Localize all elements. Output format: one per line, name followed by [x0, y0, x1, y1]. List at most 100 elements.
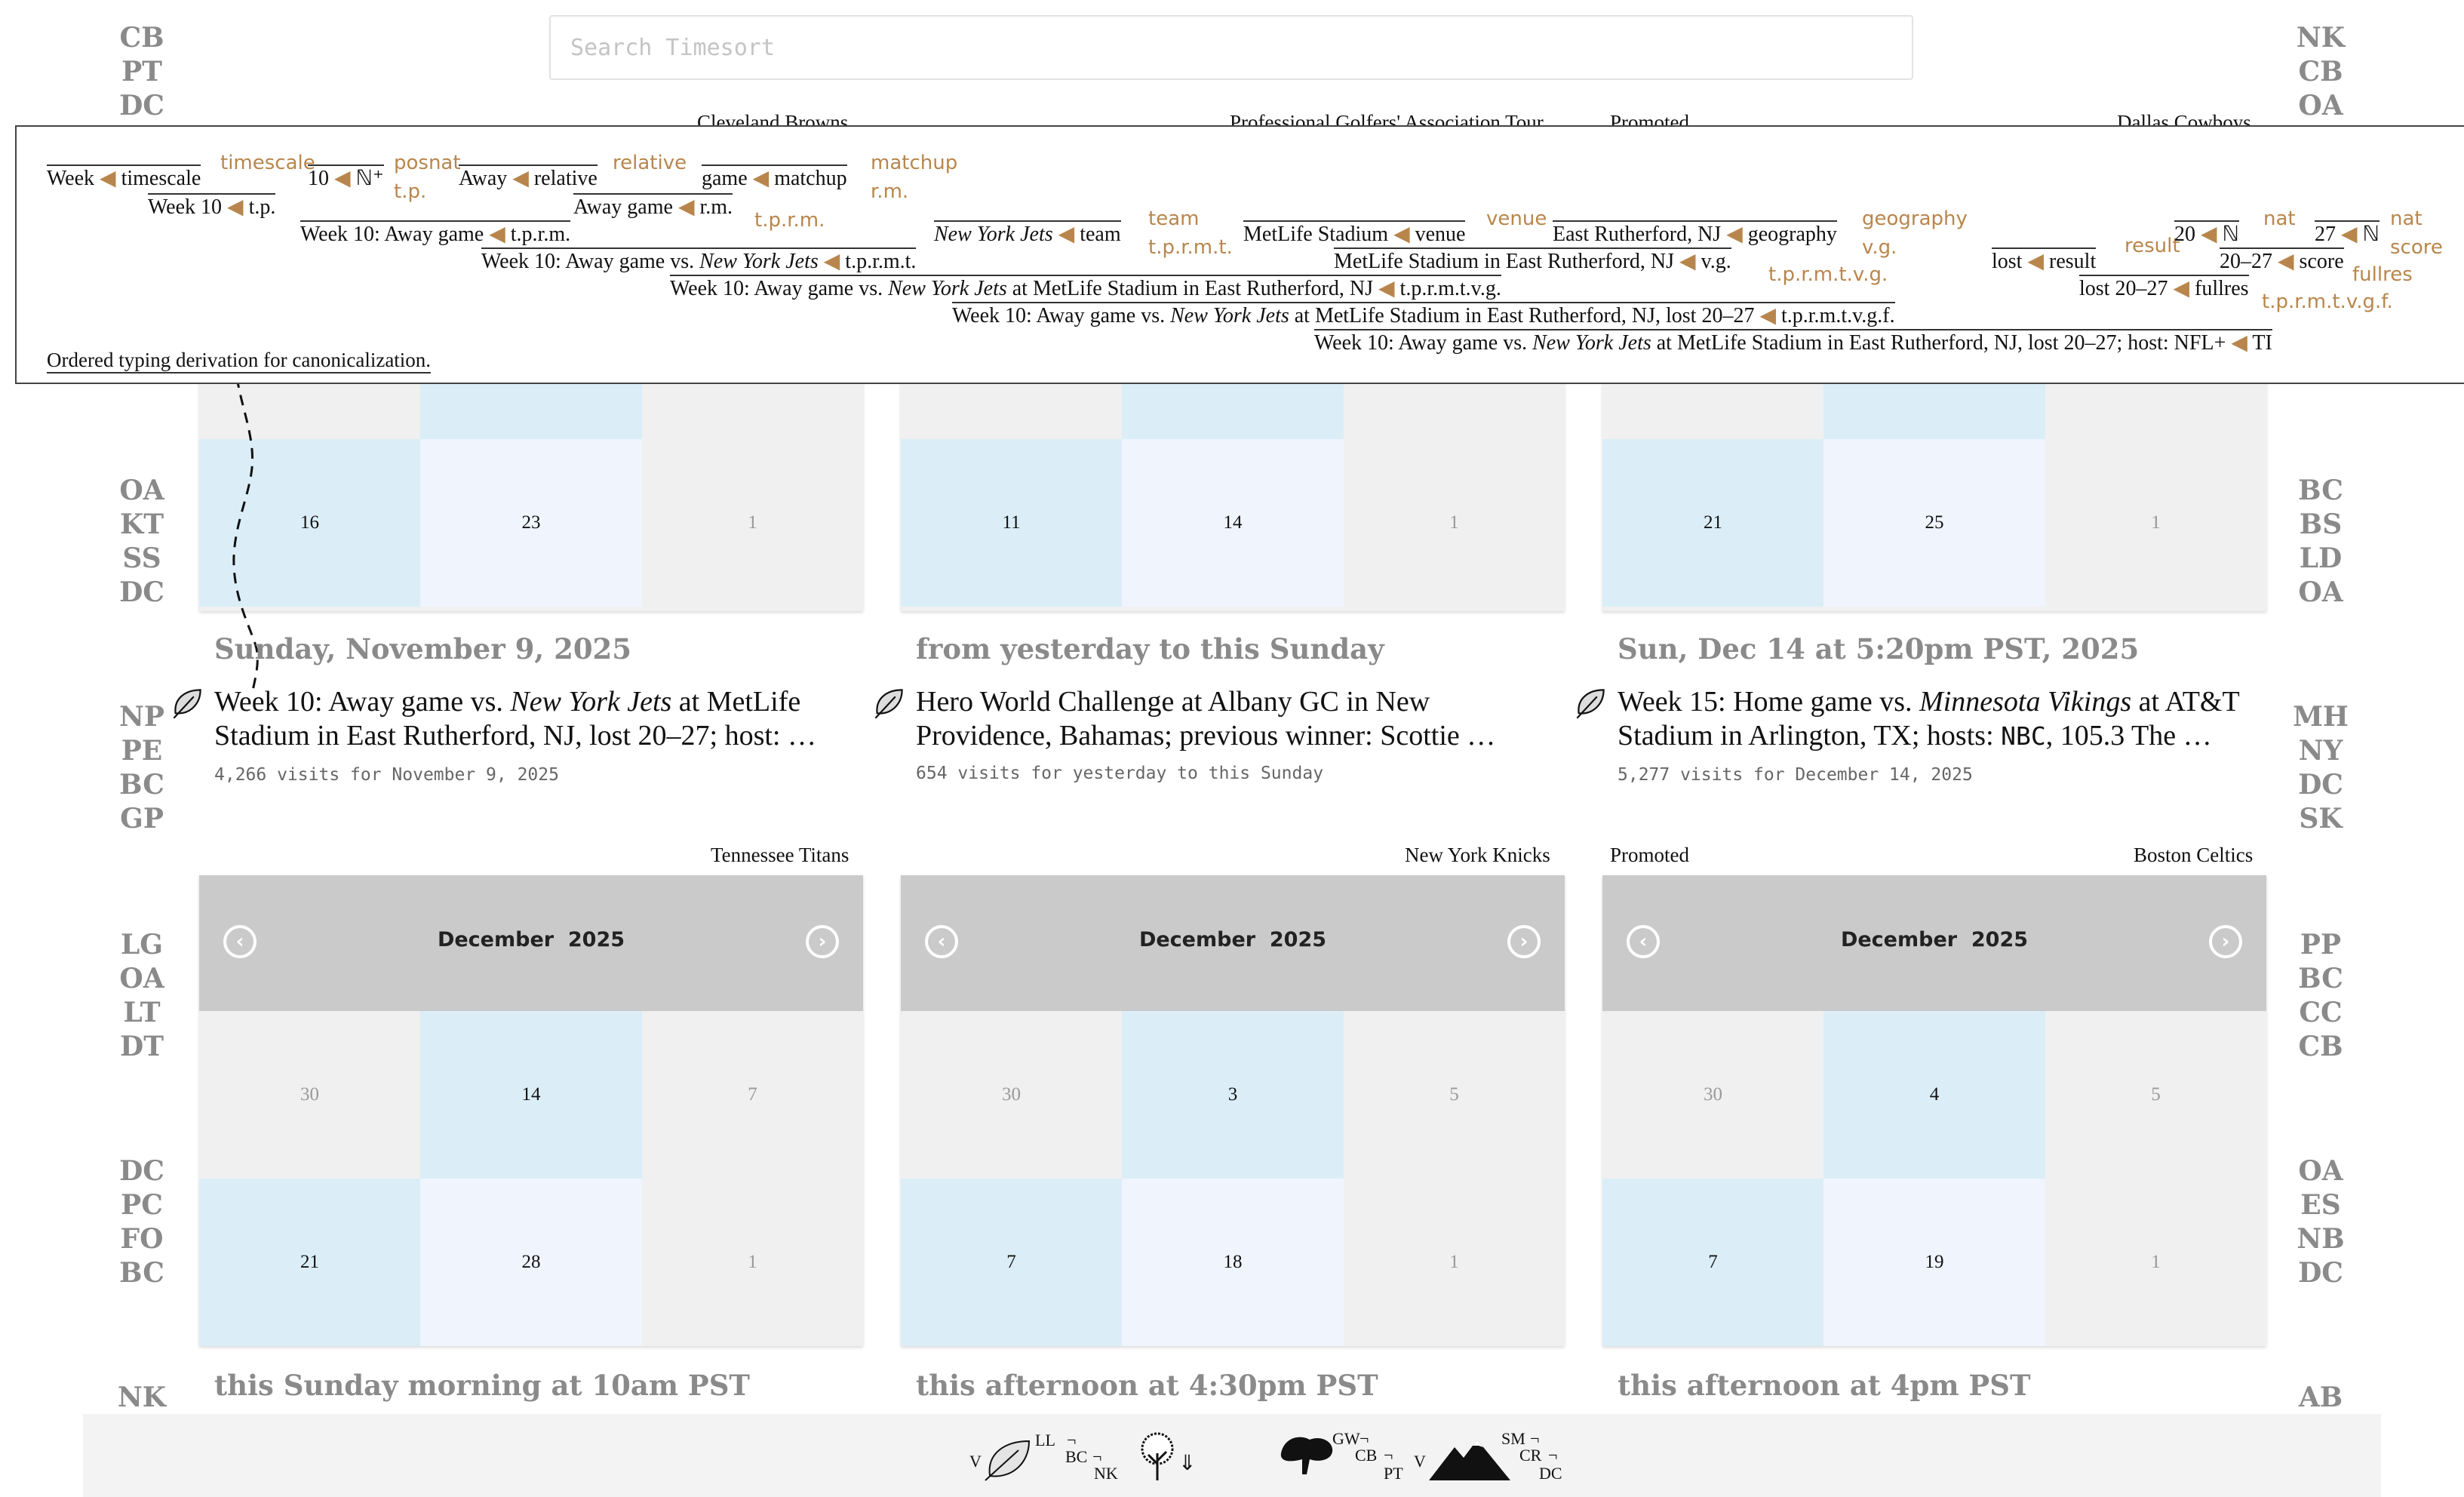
event-date-heading[interactable]: this afternoon at 4:30pm PST: [916, 1369, 1378, 1402]
leaf-icon: [1576, 689, 1605, 719]
side-code[interactable]: PT: [112, 55, 172, 89]
side-code[interactable]: CC: [2290, 996, 2351, 1030]
next-month-arrow-icon[interactable]: ›: [1507, 925, 1541, 958]
calendar-card: ‹ December 2025 › 30 4 5 7 19 1: [1602, 875, 2266, 1346]
calendar-day-cell[interactable]: 21: [199, 1179, 420, 1346]
side-code[interactable]: OA: [2290, 89, 2351, 123]
term-team: New York Jets: [1170, 304, 1289, 327]
side-code[interactable]: PE: [112, 734, 172, 768]
event-date-heading[interactable]: from yesterday to this Sunday: [916, 632, 1384, 666]
side-code[interactable]: NK: [2290, 21, 2351, 55]
calendar-day-cell[interactable]: 11: [901, 439, 1122, 607]
leaf-icon[interactable]: [982, 1438, 1035, 1482]
search-input[interactable]: [551, 17, 1912, 78]
calendar-day-cell[interactable]: 7: [901, 1179, 1122, 1346]
calendar-day-cell[interactable]: 25: [1823, 439, 2045, 607]
calendar-day-cell[interactable]: 1: [1344, 1179, 1565, 1346]
side-code[interactable]: BC: [112, 768, 172, 802]
calendar-day-cell[interactable]: 1: [642, 1179, 863, 1346]
side-code[interactable]: DT: [112, 1030, 172, 1064]
event-date-heading[interactable]: Sunday, November 9, 2025: [214, 632, 631, 666]
calendar-day-cell[interactable]: 5: [1344, 1011, 1565, 1179]
side-code[interactable]: BC: [2290, 474, 2351, 508]
side-code[interactable]: DC: [112, 1154, 172, 1188]
calendar-day-cell[interactable]: 1: [1344, 439, 1565, 607]
calendar-day-cell[interactable]: 1: [642, 439, 863, 607]
side-code[interactable]: MH: [2290, 700, 2351, 734]
day-number: 18: [1223, 1252, 1243, 1272]
term-type: geography: [1747, 223, 1837, 246]
type-tag: nat: [2390, 207, 2423, 230]
calendar-day-cell[interactable]: 7: [642, 1011, 863, 1179]
calendar-day-cell[interactable]: 1: [2045, 1179, 2266, 1346]
derivation-term: Week 10: Away game ◀ t.p.r.m.: [300, 220, 571, 246]
calendar-day-cell[interactable]: 30: [901, 1011, 1122, 1179]
calendar-day-cell[interactable]: 28: [420, 1179, 642, 1346]
side-code[interactable]: KT: [112, 508, 172, 542]
calendar-day-cell[interactable]: 1: [2045, 439, 2266, 607]
day-number: 28: [521, 1252, 541, 1272]
side-code[interactable]: LD: [2290, 542, 2351, 576]
event-summary[interactable]: Week 15: Home game vs. Minnesota Vikings…: [1576, 685, 2266, 753]
tree-silhouette-icon[interactable]: [1277, 1431, 1337, 1476]
mountain-icon[interactable]: [1429, 1437, 1512, 1480]
event-summary[interactable]: Hero World Challenge at Albany GC in New…: [874, 685, 1565, 753]
side-code[interactable]: DC: [112, 576, 172, 610]
side-code[interactable]: OA: [112, 962, 172, 996]
next-month-arrow-icon[interactable]: ›: [2209, 925, 2242, 958]
calendar-day-cell[interactable]: 7: [1602, 1179, 1823, 1346]
calendar-day-cell[interactable]: 4: [1823, 1011, 2045, 1179]
side-code[interactable]: ES: [2290, 1188, 2351, 1222]
derivation-term: Week 10: Away game vs. New York Jets ◀ t…: [481, 247, 917, 273]
side-code[interactable]: FO: [112, 1222, 172, 1256]
side-right-group-5: OA ES NB DC: [2290, 1154, 2351, 1290]
side-code[interactable]: NB: [2290, 1222, 2351, 1256]
side-code[interactable]: LG: [112, 928, 172, 962]
term-type: timescale: [121, 167, 201, 190]
event-date-heading[interactable]: this Sunday morning at 10am PST: [214, 1369, 750, 1402]
calendar-day-cell[interactable]: 21: [1602, 439, 1823, 607]
event-date-heading[interactable]: this afternoon at 4pm PST: [1618, 1369, 2030, 1402]
side-code[interactable]: NY: [2290, 734, 2351, 768]
calendar-day-cell[interactable]: 19: [1823, 1179, 2045, 1346]
side-code[interactable]: AB: [2290, 1381, 2351, 1415]
side-code[interactable]: SS: [112, 542, 172, 576]
type-tag: t.p.r.m.: [754, 209, 825, 232]
event-summary[interactable]: Week 10: Away game vs. New York Jets at …: [173, 685, 863, 753]
side-code[interactable]: LT: [112, 996, 172, 1030]
side-code[interactable]: DC: [2290, 768, 2351, 802]
calendar-day-cell[interactable]: 18: [1122, 1179, 1344, 1346]
next-month-arrow-icon[interactable]: ›: [806, 925, 839, 958]
card-label-team: Tennessee Titans: [711, 844, 849, 866]
event-date-heading[interactable]: Sun, Dec 14 at 5:20pm PST, 2025: [1618, 632, 2139, 666]
side-code[interactable]: PC: [112, 1188, 172, 1222]
side-code[interactable]: SK: [2290, 802, 2351, 836]
side-code[interactable]: NK: [112, 1381, 172, 1415]
calendar-day-cell[interactable]: 5: [2045, 1011, 2266, 1179]
side-code[interactable]: OA: [2290, 576, 2351, 610]
calendar-day-cell[interactable]: 14: [1122, 439, 1344, 607]
calendar-day-cell[interactable]: 30: [199, 1011, 420, 1179]
calendar-day-cell[interactable]: 30: [1602, 1011, 1823, 1179]
side-code[interactable]: BS: [2290, 508, 2351, 542]
derivation-term: Week 10 ◀ t.p.: [148, 193, 276, 219]
side-code[interactable]: PP: [2290, 928, 2351, 962]
side-left-group-6: NK: [112, 1381, 172, 1415]
side-code[interactable]: BC: [2290, 962, 2351, 996]
side-code[interactable]: OA: [2290, 1154, 2351, 1188]
calendar-day-cell[interactable]: 14: [420, 1011, 642, 1179]
side-code[interactable]: CB: [2290, 55, 2351, 89]
side-code[interactable]: GP: [112, 802, 172, 836]
side-code[interactable]: DC: [2290, 1256, 2351, 1290]
side-code[interactable]: CB: [112, 21, 172, 55]
calendar-month-title: December 2025: [1602, 928, 2266, 951]
side-code[interactable]: CB: [2290, 1030, 2351, 1064]
calendar-day-cell[interactable]: 3: [1122, 1011, 1344, 1179]
calendar-day-cell[interactable]: 23: [420, 439, 642, 607]
side-code[interactable]: DC: [112, 89, 172, 123]
term-type: t.p.r.m.: [510, 223, 571, 246]
side-code[interactable]: OA: [112, 474, 172, 508]
side-code[interactable]: NP: [112, 700, 172, 734]
down-arrows-icon[interactable]: ⇓: [1178, 1450, 1196, 1476]
side-code[interactable]: BC: [112, 1256, 172, 1290]
